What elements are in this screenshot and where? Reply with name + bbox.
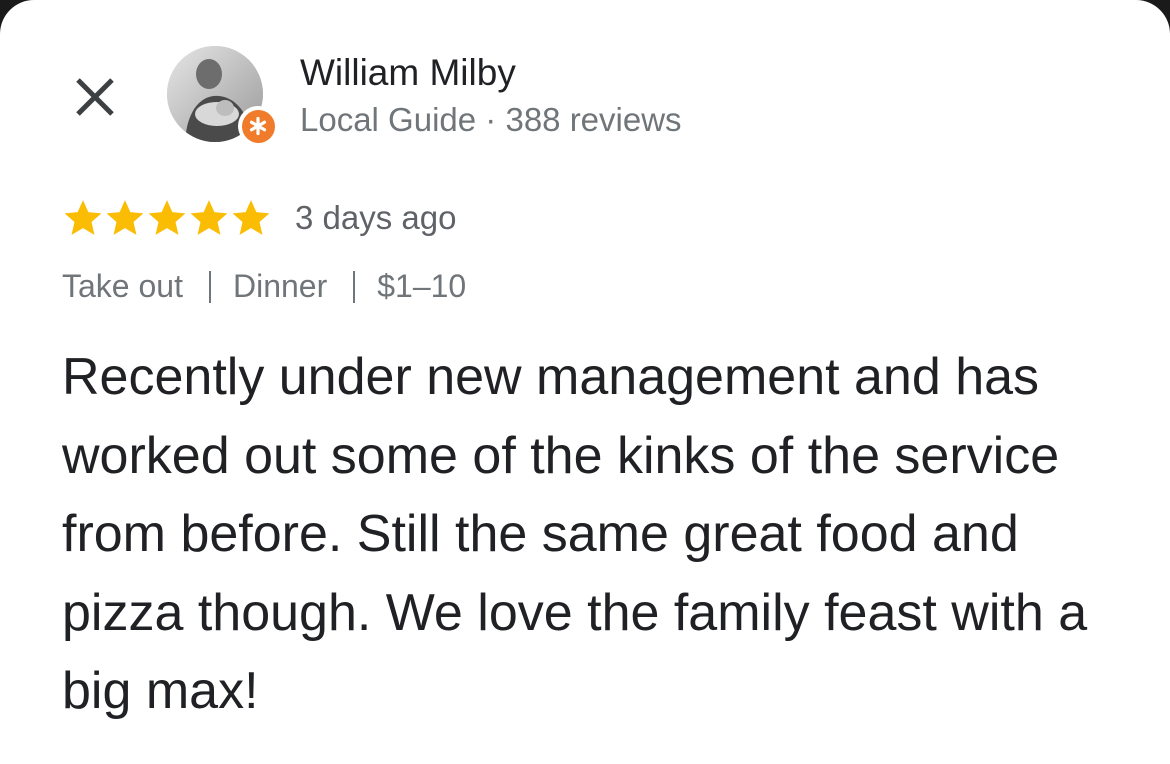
star-icon: [232, 200, 270, 235]
local-guide-star-icon: [249, 116, 267, 136]
review-sheet: William Milby Local Guide · 388 reviews …: [0, 0, 1170, 764]
star-icon: [64, 200, 102, 235]
meta-separator: ·: [485, 101, 497, 138]
reviewer-meta: Local Guide · 388 reviews: [300, 101, 682, 139]
star-icon: [148, 200, 186, 235]
tag-divider: [208, 270, 211, 303]
reviewer-name[interactable]: William Milby: [300, 52, 516, 94]
review-time: 3 days ago: [295, 199, 457, 236]
tag-divider: [353, 270, 356, 303]
local-guide-badge: [238, 106, 278, 146]
tag-service: Take out: [62, 268, 183, 304]
close-button[interactable]: [70, 72, 120, 122]
close-icon: [76, 78, 114, 116]
star-rating: [62, 197, 272, 239]
star-icon: [190, 200, 228, 235]
reviews-count: 388 reviews: [505, 101, 682, 138]
local-guide-label: Local Guide: [300, 101, 477, 138]
review-text: Recently under new management and has wo…: [62, 348, 1088, 720]
tag-meal: Dinner: [232, 268, 328, 304]
tag-price: $1–10: [377, 268, 467, 304]
star-icon: [106, 200, 144, 235]
review-tags: Take out Dinner $1–10: [62, 268, 466, 305]
